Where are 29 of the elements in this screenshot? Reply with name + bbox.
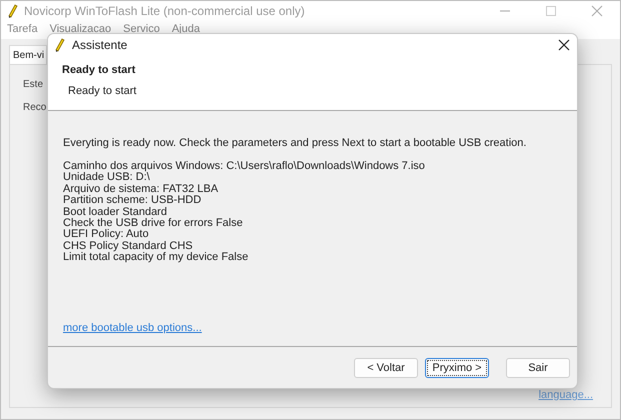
parameter-line: CHS Policy Standard CHS [63, 240, 193, 252]
menu-item[interactable]: Ajuda [172, 23, 200, 35]
parameter-line: Boot loader Standard [63, 206, 167, 218]
app-icon [55, 38, 65, 52]
language-link[interactable]: language... [538, 389, 593, 401]
parameter-line: Arquivo de sistema: FAT32 LBA [63, 184, 218, 195]
page-heading: Ready to start [62, 64, 136, 76]
close-icon[interactable] [557, 38, 571, 52]
tab[interactable]: Bem-vi [9, 45, 48, 64]
parameter-line: Partition scheme: USB-HDD [63, 195, 202, 207]
page-subheading: Ready to start [67, 85, 136, 97]
panel-text: Reco [23, 102, 46, 113]
app-icon [8, 4, 18, 18]
dialog-button[interactable]: Pryximo > [425, 358, 489, 378]
dialog-title: Assistente [72, 38, 128, 52]
menu-item[interactable]: Tarefa [7, 23, 38, 35]
window-title: Novicorp WinToFlash Lite (non-commercial use only) [24, 4, 306, 18]
parameter-line: Check the USB drive for errors False [63, 218, 243, 230]
parameter-line: Caminho dos arquivos Windows: C:\Users\raflo\Downloads\Windows 7.iso [63, 161, 425, 172]
panel-text: Este [23, 79, 44, 90]
intro-text: Everyting is ready now. Check the parameters and press Next to start a bootable USB creation. [63, 137, 526, 149]
parameter-line: Limit total capacity of my device False [63, 252, 248, 264]
parameter-line: Unidade USB: D:\ [63, 172, 150, 184]
dialog-button[interactable]: Sair [506, 358, 570, 378]
options-link[interactable]: more bootable usb options... [63, 322, 202, 334]
menu-item[interactable]: Visualizacao [50, 23, 112, 35]
menu-item[interactable]: Servico [123, 23, 160, 35]
parameter-line: UEFI Policy: Auto [63, 229, 149, 241]
dialog-button[interactable]: < Voltar [354, 358, 418, 378]
